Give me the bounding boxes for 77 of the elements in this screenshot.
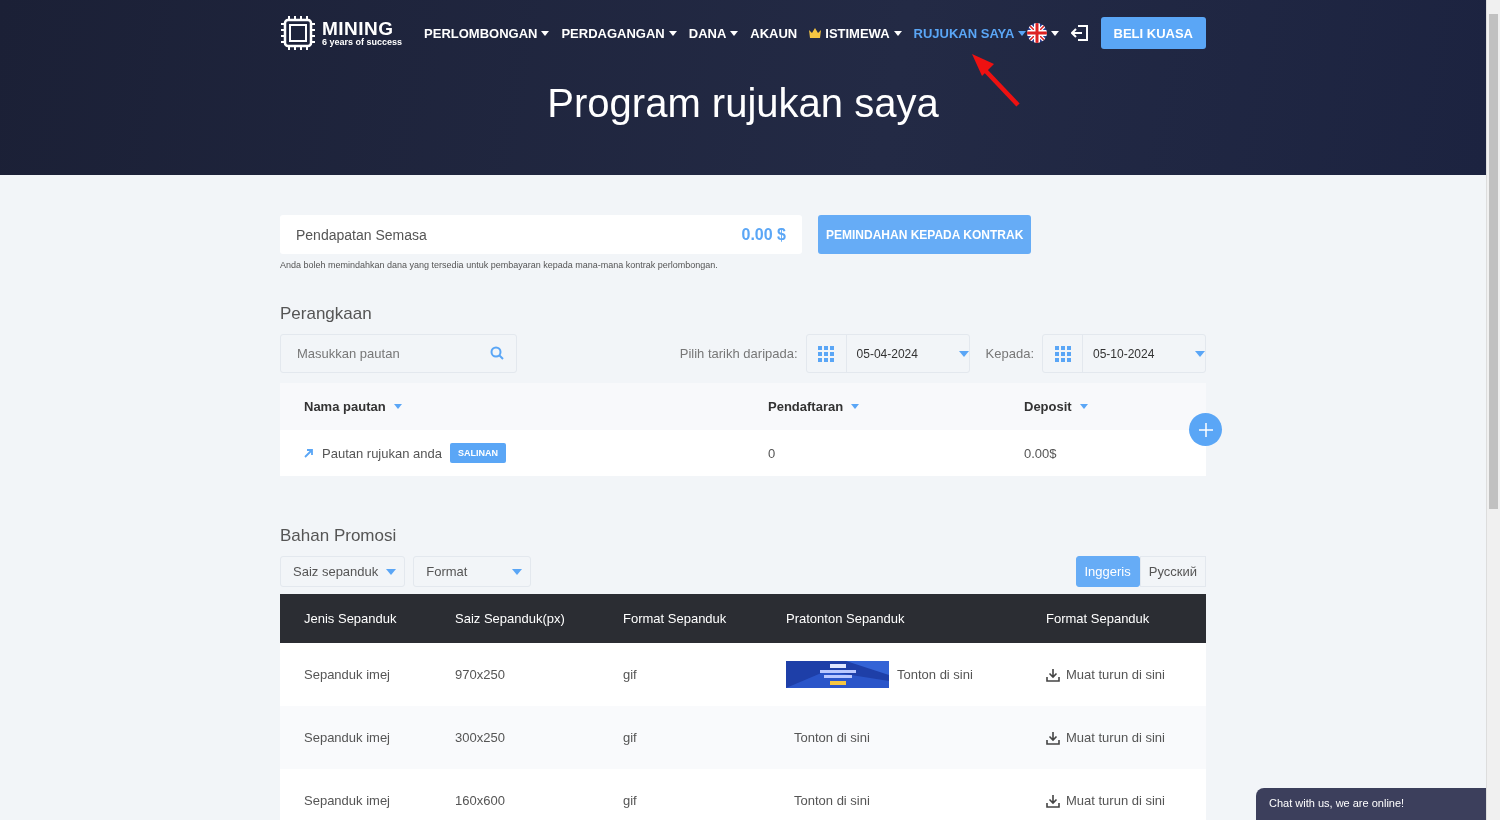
nav-link[interactable]: RUJUKAN SAYA [913,25,1027,41]
table-cell-text: gif [623,730,638,745]
section-title: Perangkaan [280,304,372,324]
download-link[interactable]: Muat turun di sini [1046,667,1206,682]
earnings-amount: 0.00 $ [741,225,786,244]
scrollbar[interactable] [1486,0,1500,820]
caret-icon [958,350,969,357]
table-cell-text: Sepanduk imej [304,667,391,682]
download-link[interactable]: Muat turun di sini [1046,793,1206,808]
external-link-icon [304,448,314,458]
language-selector[interactable] [1026,23,1059,43]
chip-icon [280,15,316,51]
filter-dropdown[interactable]: Saiz sepanduk [280,556,406,587]
nav-link[interactable]: AKAUN [750,25,798,41]
column-header: Pratonton Sepanduk [786,611,906,626]
table-cell-text: gif [623,667,638,682]
table-cell-text: 300x250 [455,730,506,745]
flag-icon [1026,23,1047,43]
chat-widget[interactable]: Chat with us, we are online! [1256,788,1486,820]
language-toggle[interactable]: Русский [1139,556,1206,587]
caret-icon [730,30,739,36]
logo-name: MINING [322,19,395,38]
download-icon [1046,730,1060,745]
caret-icon [1018,30,1027,36]
crown-icon [809,28,822,38]
column-header[interactable]: Deposit [1024,399,1206,414]
caret-icon [668,30,677,36]
date-picker[interactable]: 05-04-2024 [805,334,970,373]
logo-tagline: 6 years of success [322,38,403,47]
calendar-icon [1054,345,1071,362]
nav-link[interactable]: PERDAGANGAN [561,25,677,41]
arrow-drawing [970,52,1022,108]
table-cell-text: 160x600 [455,793,506,808]
download-icon [1046,793,1060,808]
caret-icon [386,568,397,575]
sort-icon [393,404,402,409]
caret-icon [1050,30,1059,36]
nav-link[interactable]: ISTIMEWA [809,25,902,41]
search-icon [490,346,504,360]
calendar-icon [818,345,835,362]
sort-icon [851,404,860,409]
caret-icon [893,30,902,36]
table-cell-text: Sepanduk imej [304,730,391,745]
search-field[interactable]: Masukkan pautan [280,334,517,373]
date-label: Kepada: [985,346,1034,361]
column-header: Jenis Sepanduk [304,611,398,626]
filter-dropdown[interactable]: Format [413,556,532,587]
column-header[interactable]: Pendaftaran [768,399,1024,414]
table-cell-text: gif [623,793,638,808]
preview-link[interactable]: Tonton di sini [794,730,870,745]
column-header[interactable]: Nama pautan [304,399,768,414]
page-title: Program rujukan saya [546,81,940,126]
download-link[interactable]: Muat turun di sini [1046,730,1206,745]
nav-link[interactable]: DANA [688,25,739,41]
info-text: Anda boleh memindahkan dana yang tersedia untuk pembayaran kepada mana-mana kontrak perlombongan. [280,260,718,270]
table-cell-text: 970x250 [455,667,506,682]
earnings-label: Pendapatan Semasa [296,226,427,243]
table-cell-text: 0 [768,445,777,461]
section-title: Bahan Promosi [280,526,397,546]
caret-icon [541,30,550,36]
nav-link[interactable]: PERLOMBONGAN [424,25,550,41]
column-header: Format Sepanduk [1046,611,1151,626]
caret-icon [512,568,523,575]
sort-icon [1079,404,1088,409]
preview-link[interactable]: Tonton di sini [897,667,973,682]
column-header: Format Sepanduk [623,611,728,626]
date-label: Pilih tarikh daripada: [679,346,798,361]
caret-icon [1195,350,1205,357]
preview-link[interactable]: Tonton di sini [794,793,870,808]
date-picker[interactable]: 05-10-2024 [1042,334,1206,373]
plus-icon [1198,422,1213,437]
table-cell-text: Sepanduk imej [304,793,391,808]
logout-icon[interactable] [1070,24,1089,42]
table-cell-text: 0.00$ [1024,445,1058,461]
download-icon [1046,667,1060,682]
link-name: Pautan rujukan anda [322,445,442,461]
column-header: Saiz Sepanduk(px) [455,611,566,626]
